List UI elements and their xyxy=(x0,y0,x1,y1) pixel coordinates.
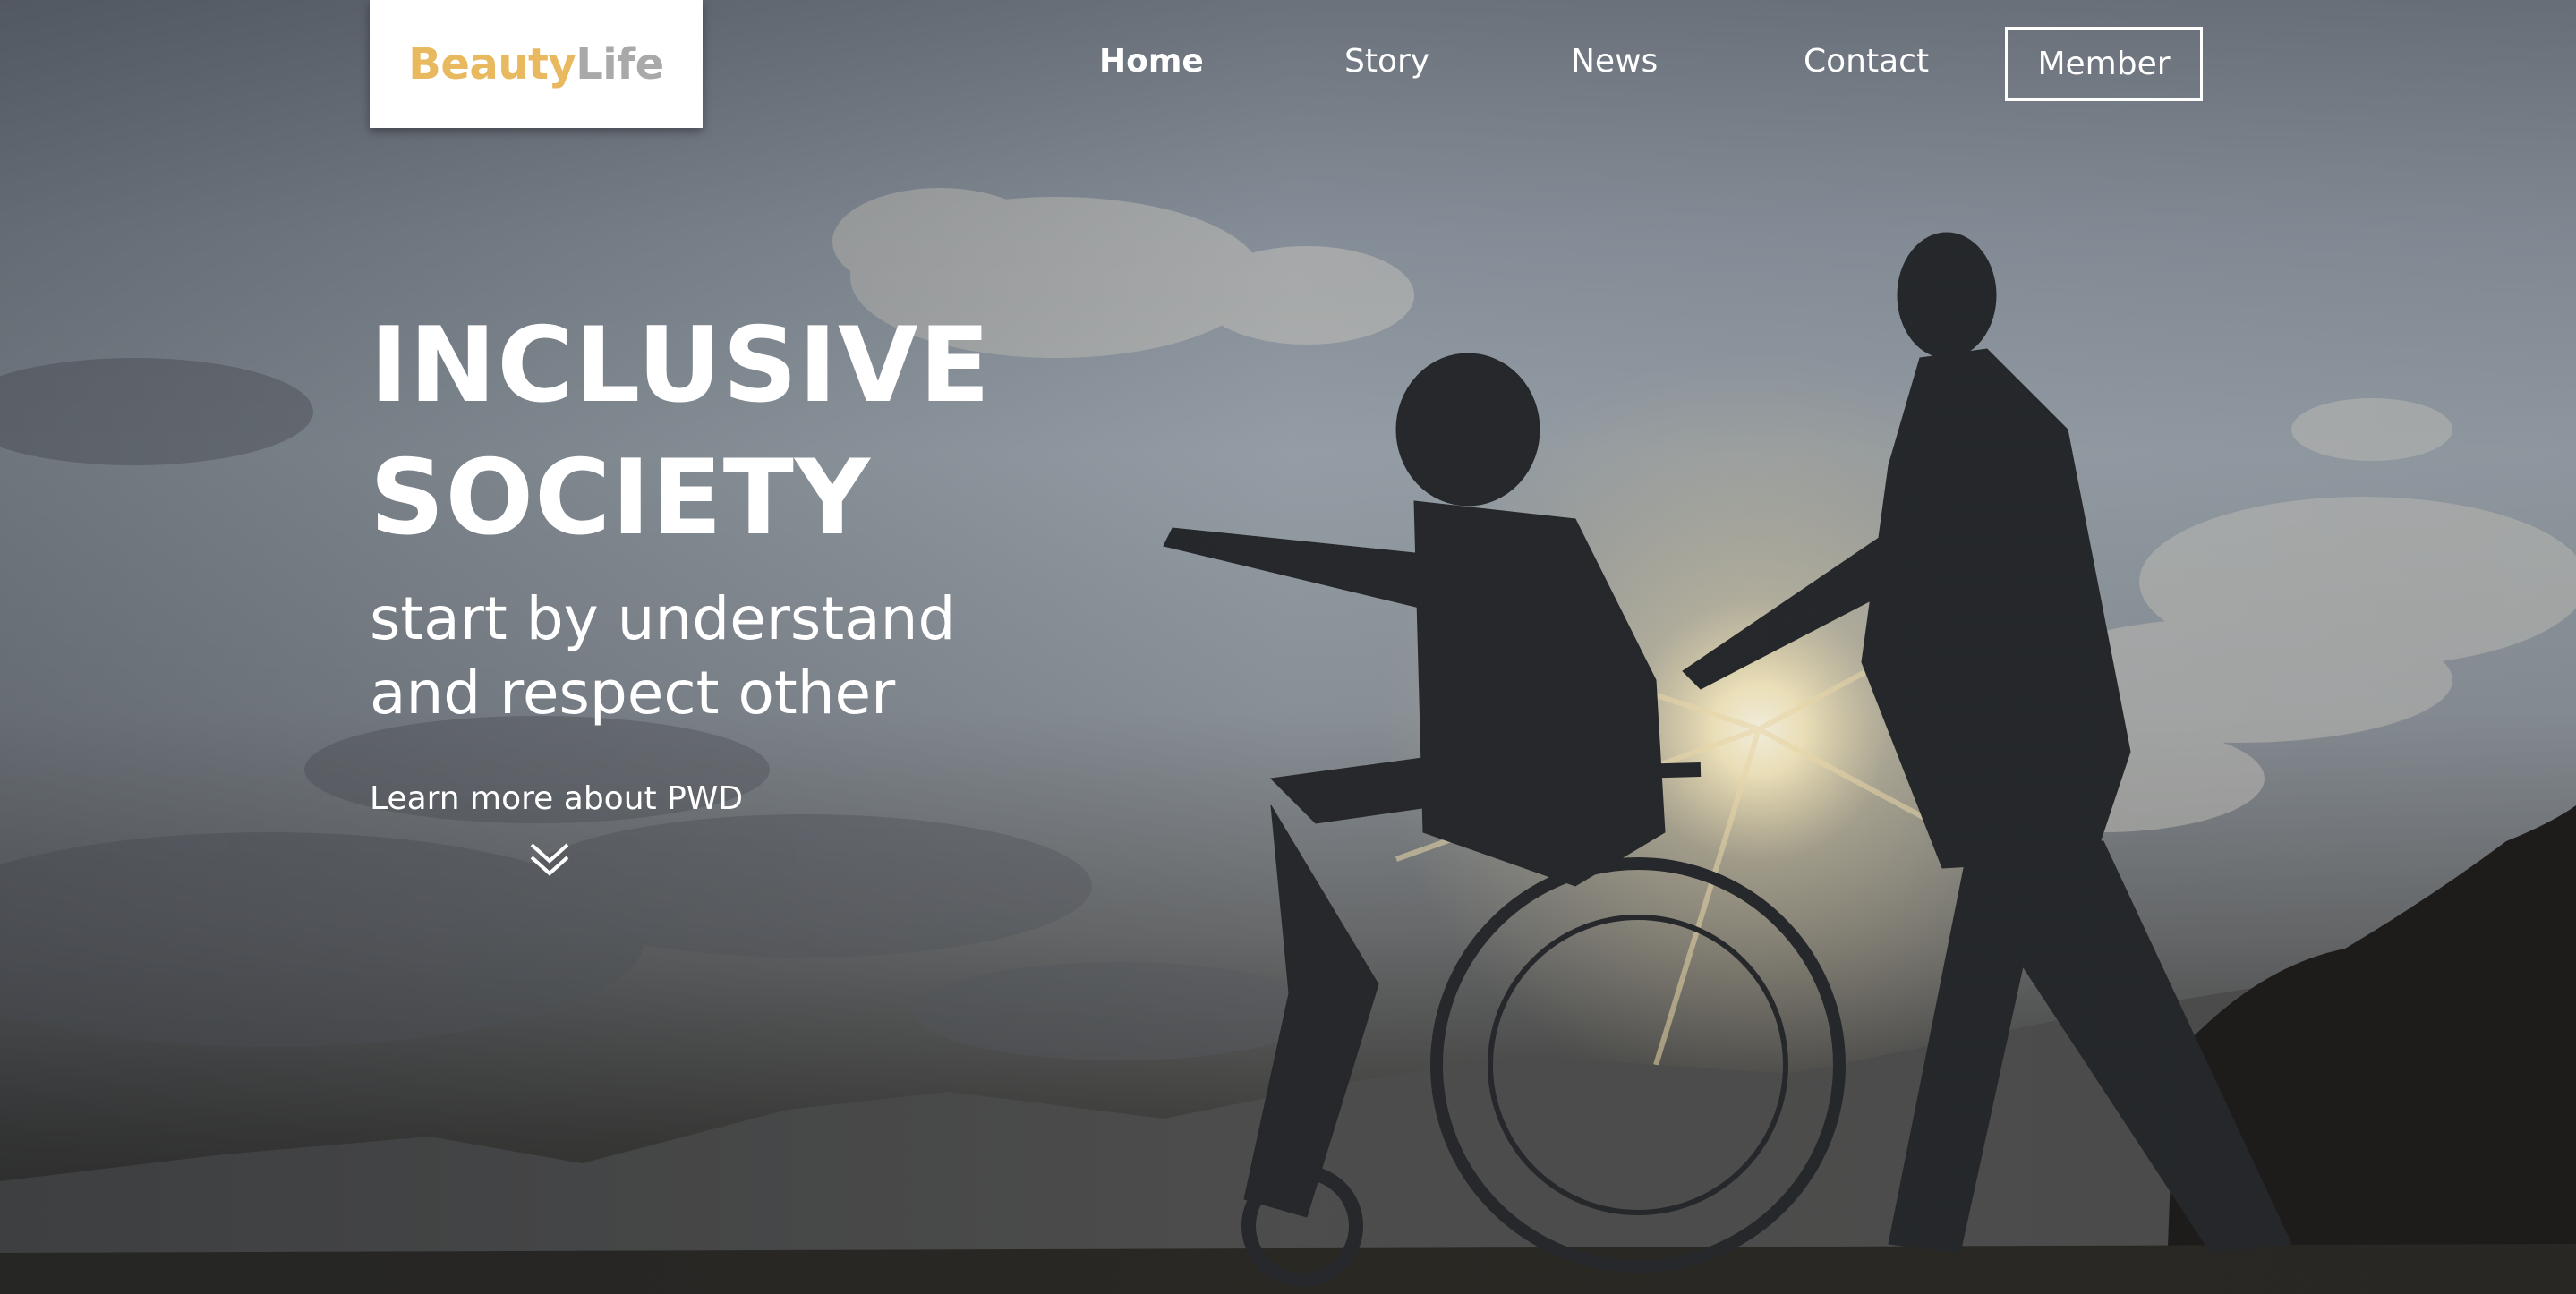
hero-headline: INCLUSIVE SOCIETY xyxy=(370,300,991,565)
hero-section: Beauty Life Home Story News Contact Membe… xyxy=(0,0,2576,1294)
headline-line-1: INCLUSIVE xyxy=(370,305,992,426)
double-chevron-down-icon[interactable] xyxy=(528,841,571,877)
logo-text-beauty: Beauty xyxy=(408,38,576,89)
subheadline-line-1: start by understand xyxy=(370,584,956,653)
headline-line-2: SOCIETY xyxy=(370,438,871,558)
nav-story[interactable]: Story xyxy=(1344,43,1429,80)
subheadline-line-2: and respect other xyxy=(370,659,896,728)
nav-contact[interactable]: Contact xyxy=(1804,43,1929,80)
hero-subheadline: start by understand and respect other xyxy=(370,582,955,730)
logo-text-life: Life xyxy=(576,38,664,89)
nav-news[interactable]: News xyxy=(1571,43,1658,80)
brand-logo[interactable]: Beauty Life xyxy=(370,0,703,128)
nav-home[interactable]: Home xyxy=(1099,43,1204,80)
learn-more-link[interactable]: Learn more about PWD xyxy=(370,780,743,817)
member-button[interactable]: Member xyxy=(2005,27,2203,101)
